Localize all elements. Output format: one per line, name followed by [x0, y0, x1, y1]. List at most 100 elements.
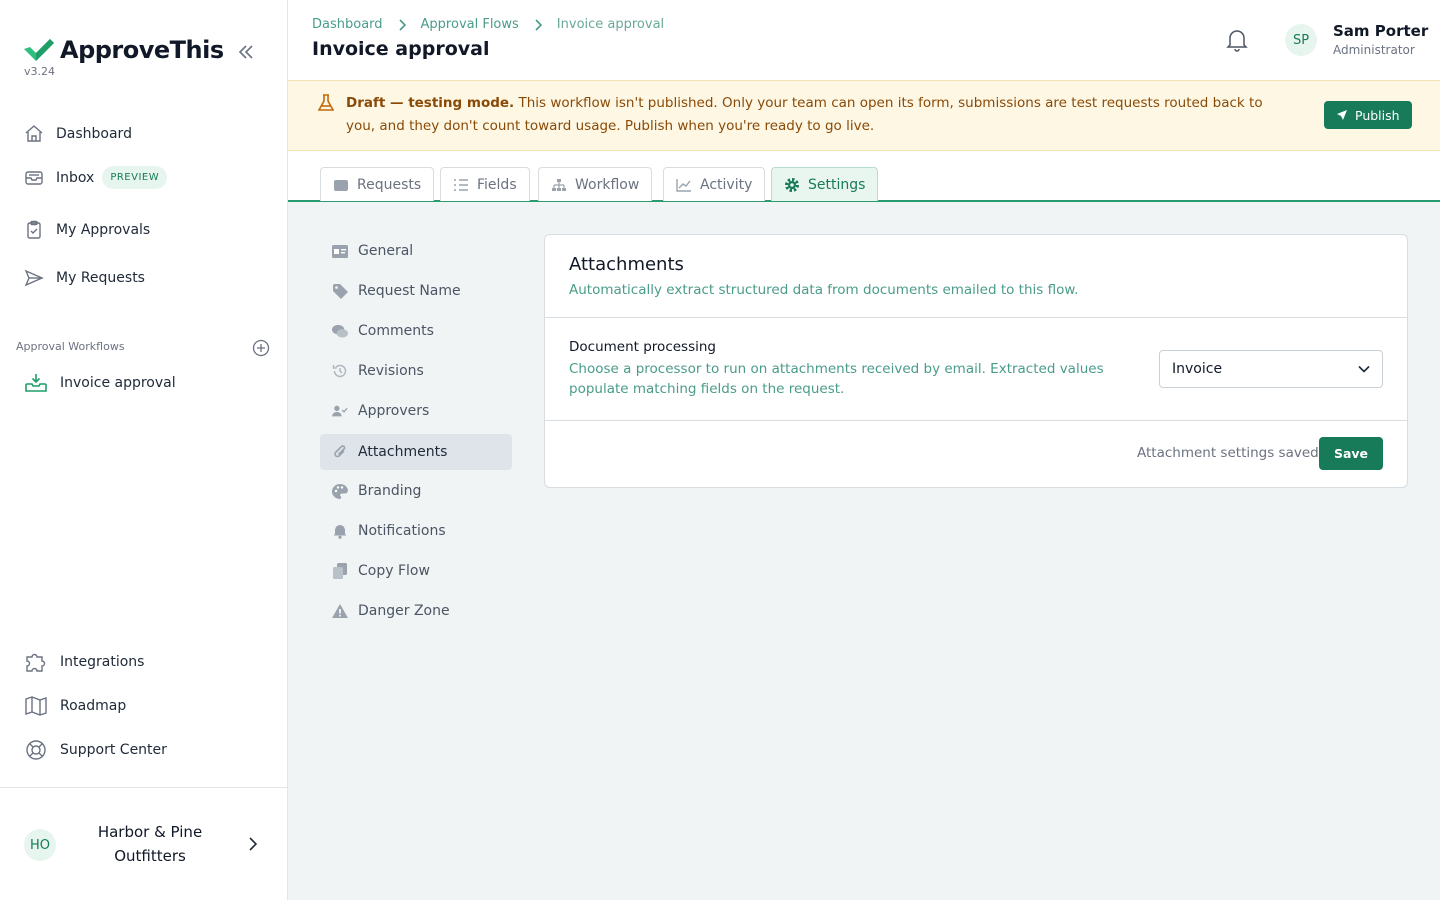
- top-header: Dashboard Approval Flows Invoice approva…: [288, 0, 1440, 80]
- save-button[interactable]: Save: [1319, 437, 1383, 470]
- tab-fields-label: Fields: [477, 176, 517, 193]
- workflow-invoice-approval[interactable]: Invoice approval: [24, 372, 176, 394]
- add-workflow-icon[interactable]: [252, 339, 270, 357]
- sidebar: ApproveThis v3.24 Dashboard Inbox PREVIE…: [0, 0, 288, 900]
- page-title: Invoice approval: [312, 38, 490, 60]
- settings-menu-attachments-label: Attachments: [358, 444, 448, 460]
- nav-integrations[interactable]: Integrations: [24, 651, 144, 673]
- settings-menu-general[interactable]: General: [320, 233, 512, 269]
- paperclip-icon: [332, 444, 348, 460]
- nav-dashboard[interactable]: Dashboard: [24, 124, 132, 144]
- nav-inbox-label: Inbox: [56, 169, 95, 186]
- settings-menu-branding[interactable]: Branding: [320, 473, 512, 509]
- card-subtitle: Automatically extract structured data fr…: [569, 282, 1079, 298]
- tab-workflow-label: Workflow: [575, 176, 640, 193]
- chevron-right-icon[interactable]: [246, 837, 260, 851]
- tab-fields[interactable]: Fields: [440, 167, 530, 201]
- settings-menu-request-name[interactable]: Request Name: [320, 273, 512, 309]
- line-chart-icon: [676, 178, 692, 192]
- send-icon: [24, 268, 44, 288]
- warning-icon: [332, 603, 348, 619]
- clipboard-check-icon: [24, 220, 44, 240]
- nav-dashboard-label: Dashboard: [56, 126, 132, 142]
- tab-activity-label: Activity: [700, 176, 753, 193]
- org-avatar: HO: [24, 829, 56, 861]
- nav-my-approvals[interactable]: My Approvals: [24, 220, 150, 240]
- breadcrumb-approval-flows[interactable]: Approval Flows: [421, 17, 519, 32]
- inbox-download-icon: [24, 372, 48, 394]
- attachments-settings-card: Attachments Automatically extract struct…: [544, 234, 1408, 488]
- chevron-right-icon: [533, 18, 543, 31]
- bell-icon: [332, 523, 348, 539]
- tab-workflow[interactable]: Workflow: [538, 167, 653, 201]
- map-icon: [24, 695, 48, 717]
- history-icon: [332, 363, 348, 379]
- tab-requests-label: Requests: [357, 176, 422, 193]
- document-processor-value: Invoice: [1172, 361, 1223, 377]
- settings-menu-approvers-label: Approvers: [358, 403, 430, 419]
- app-version: v3.24: [24, 65, 56, 78]
- tag-icon: [332, 283, 348, 299]
- document-processing-label: Document processing: [569, 339, 716, 355]
- brand-name: ApproveThis: [60, 36, 224, 64]
- approval-workflows-heading: Approval Workflows: [16, 340, 125, 353]
- card-title: Attachments: [569, 254, 684, 275]
- nav-support-center[interactable]: Support Center: [24, 739, 167, 761]
- inbox-icon: [24, 168, 44, 188]
- workflow-invoice-approval-label: Invoice approval: [60, 375, 176, 391]
- nav-support-center-label: Support Center: [60, 742, 167, 758]
- org-name: Harbor & Pine Outfitters: [97, 823, 203, 865]
- settings-menu-request-name-label: Request Name: [358, 283, 461, 299]
- tab-requests[interactable]: Requests: [320, 167, 435, 201]
- comments-icon: [332, 323, 348, 339]
- settings-menu-notifications[interactable]: Notifications: [320, 513, 512, 549]
- tab-settings[interactable]: Settings: [771, 167, 879, 201]
- banner-message: Draft — testing mode. This workflow isn'…: [346, 92, 1286, 138]
- save-status-message: Attachment settings saved.: [1137, 445, 1324, 461]
- bell-icon[interactable]: [1226, 28, 1248, 52]
- nav-my-requests[interactable]: My Requests: [24, 268, 145, 288]
- settings-menu-notifications-label: Notifications: [358, 523, 446, 539]
- palette-icon: [332, 483, 348, 499]
- flask-icon: [318, 94, 334, 112]
- banner-strong: Draft — testing mode.: [346, 95, 515, 111]
- nav-my-approvals-label: My Approvals: [56, 222, 151, 238]
- list-icon: [453, 178, 469, 192]
- tab-settings-label: Settings: [808, 176, 866, 193]
- chevron-right-icon: [397, 18, 407, 31]
- home-icon: [24, 124, 44, 144]
- breadcrumb-dashboard[interactable]: Dashboard: [312, 17, 383, 32]
- settings-menu-danger-zone[interactable]: Danger Zone: [320, 593, 512, 629]
- settings-menu-general-label: General: [358, 243, 414, 259]
- nav-my-requests-label: My Requests: [56, 270, 145, 286]
- settings-menu-comments[interactable]: Comments: [320, 313, 512, 349]
- user-role: Administrator: [1333, 43, 1415, 57]
- settings-menu-approvers[interactable]: Approvers: [320, 393, 512, 429]
- settings-menu-revisions[interactable]: Revisions: [320, 353, 512, 389]
- brand-logo[interactable]: ApproveThis: [24, 36, 224, 64]
- nav-inbox[interactable]: Inbox PREVIEW: [24, 166, 168, 189]
- document-processor-select[interactable]: Invoice: [1159, 350, 1383, 388]
- collapse-sidebar-icon[interactable]: [236, 42, 256, 62]
- publish-button[interactable]: Publish: [1324, 101, 1412, 129]
- workflow-tabs: Requests Fields Workflow Activity Settin…: [288, 151, 1440, 202]
- settings-menu-copy-flow[interactable]: Copy Flow: [320, 553, 512, 589]
- gear-icon: [784, 177, 800, 193]
- settings-menu-revisions-label: Revisions: [358, 363, 424, 379]
- user-avatar[interactable]: SP: [1285, 24, 1317, 56]
- settings-menu-branding-label: Branding: [358, 483, 422, 499]
- document-processing-help: Choose a processor to run on attachments…: [569, 361, 1104, 397]
- settings-menu-attachments[interactable]: Attachments: [320, 434, 512, 470]
- divider: [545, 420, 1407, 421]
- nav-integrations-label: Integrations: [60, 654, 145, 670]
- user-name: Sam Porter: [1333, 22, 1429, 40]
- puzzle-icon: [24, 651, 48, 673]
- rocket-icon: [1336, 109, 1348, 121]
- user-check-icon: [332, 403, 348, 419]
- sitemap-icon: [551, 178, 567, 192]
- nav-roadmap[interactable]: Roadmap: [24, 695, 126, 717]
- publish-button-label: Publish: [1355, 107, 1400, 123]
- tab-activity[interactable]: Activity: [663, 167, 766, 201]
- lifebuoy-icon: [24, 739, 48, 761]
- organization-switcher[interactable]: HO Harbor & Pine Outfitters: [0, 787, 287, 900]
